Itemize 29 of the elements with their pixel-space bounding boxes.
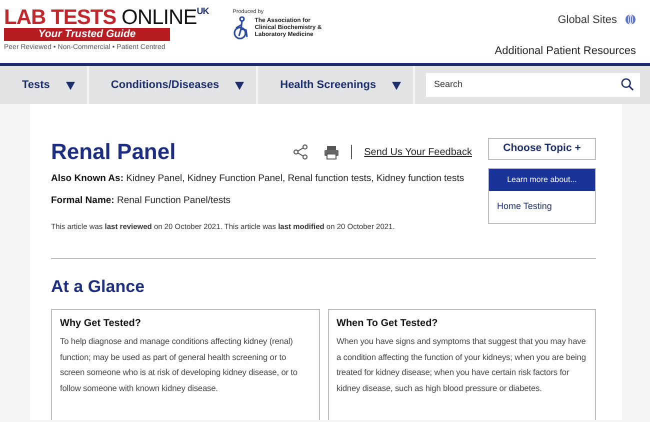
card-text: When you have signs and symptoms that suggest that you may have a condition affecting the function of your kidneys; when you are being treated for kidney disease; when you have certain risk factors for kidney disease, such as high blood pressure or diabetes. xyxy=(336,335,587,395)
globe-icon[interactable] xyxy=(625,14,636,26)
feedback-link[interactable]: Send Us Your Feedback xyxy=(364,144,472,160)
caret-icon xyxy=(392,80,402,90)
global-sites-link[interactable]: Global Sites xyxy=(558,12,617,28)
figure-logo-icon xyxy=(232,16,251,40)
print-icon[interactable] xyxy=(324,144,340,160)
search-icon[interactable] xyxy=(621,78,634,92)
logo-banner: Your Trusted Guide xyxy=(4,28,170,41)
caret-icon xyxy=(66,80,75,90)
resources-link[interactable]: Additional Patient Resources xyxy=(494,42,636,59)
meta-line: Also Known As: Kidney Panel, Kidney Function Panel, Renal function tests, Kidney function tests xyxy=(51,172,466,186)
text-link[interactable]: diabetes xyxy=(508,382,540,393)
search-box[interactable]: Search xyxy=(426,73,640,97)
text-link[interactable]: high blood pressure xyxy=(425,382,498,393)
share-icon[interactable] xyxy=(293,144,308,160)
page-title: Renal Panel xyxy=(51,140,176,164)
text-link[interactable]: kidney disease xyxy=(222,367,277,378)
card-title: When To Get Tested? xyxy=(336,318,439,330)
caret-icon xyxy=(235,80,244,90)
card-title: Why Get Tested? xyxy=(60,318,142,330)
topic-link[interactable]: Home Testing xyxy=(489,191,595,222)
section-heading: At a Glance xyxy=(51,276,146,298)
panel-heading: Learn more about... xyxy=(489,169,595,191)
meta-line: Formal Name: Renal Function Panel/tests xyxy=(51,194,232,208)
card-text: To help diagnose and manage conditions affecting kidney (renal) function; may be used as part of general health screening or to screen someone who is at risk of developing kidney disease, or to follow someone with known kidney disease. xyxy=(60,335,298,395)
search-field[interactable]: Search xyxy=(432,77,621,93)
logo-wordmark: LAB TESTS ONLINE$^{UK}$ xyxy=(4,8,209,28)
choose-topic-button[interactable]: Choose Topic + xyxy=(488,138,596,160)
